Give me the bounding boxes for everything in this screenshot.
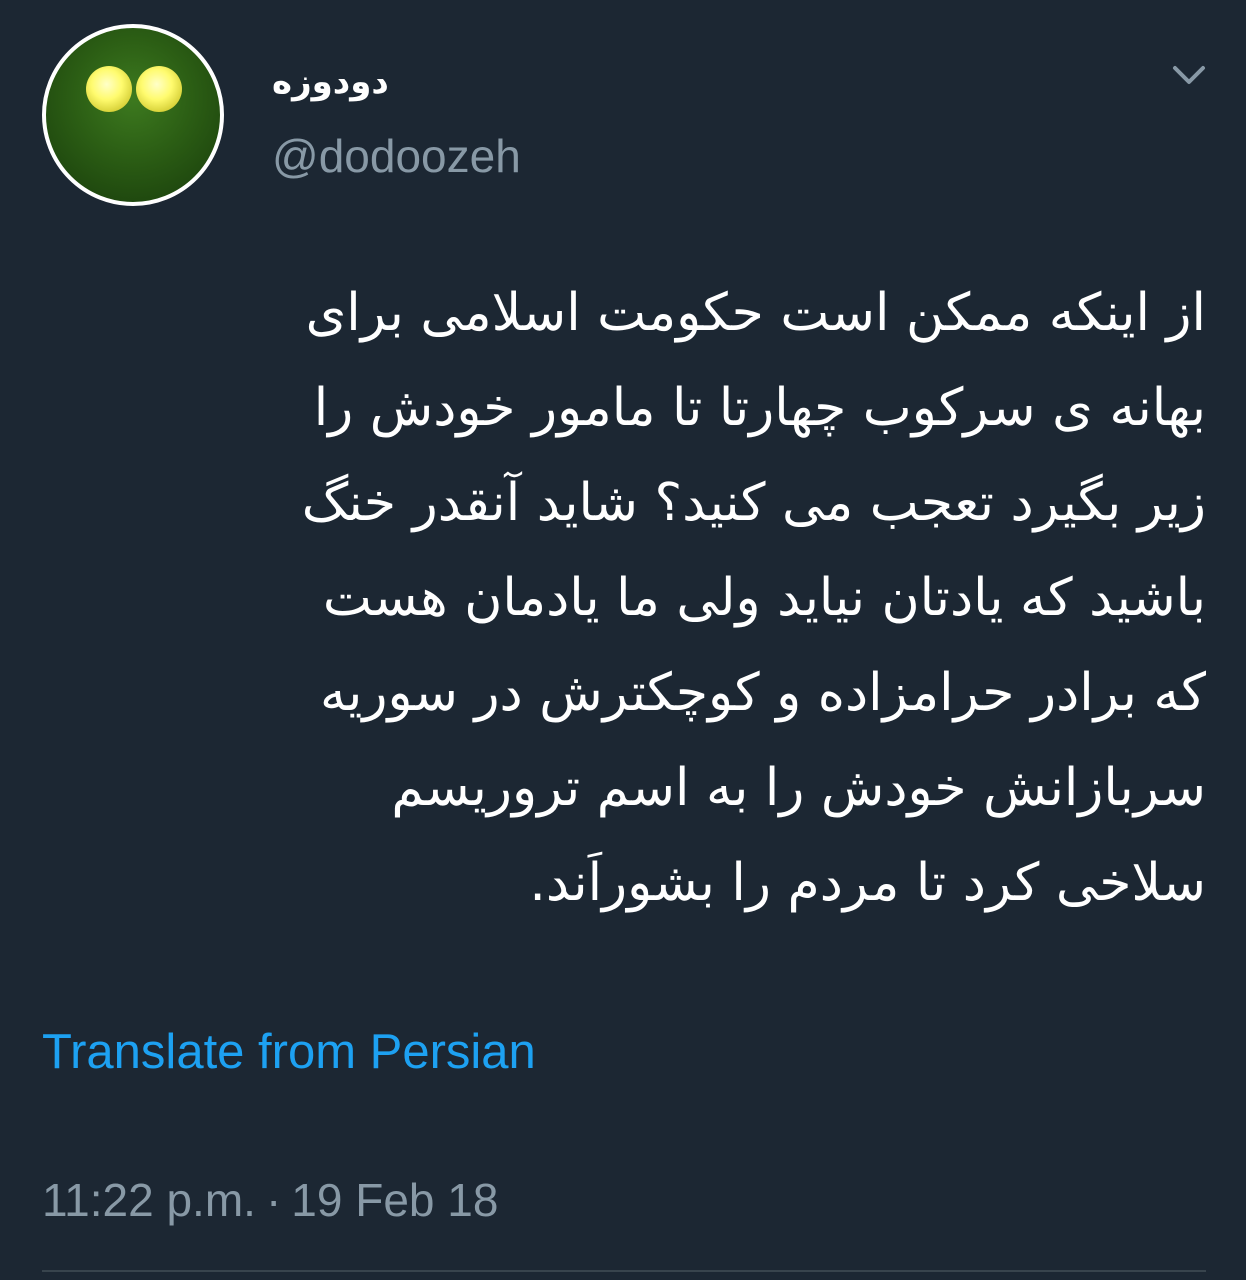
more-options-button[interactable] xyxy=(1164,50,1214,100)
translate-link[interactable]: Translate from Persian xyxy=(42,1022,536,1082)
green-face-icon xyxy=(86,66,182,112)
separator-dot: · xyxy=(265,1174,282,1226)
tweet-date: 19 Feb 18 xyxy=(291,1174,499,1226)
tweet-time: 11:22 p.m. xyxy=(42,1174,256,1226)
tweet-text: از اینکه ممکن است حکومت اسلامی برای بهان… xyxy=(301,283,1206,913)
chevron-down-icon xyxy=(1173,66,1205,84)
display-name[interactable]: دودوزه xyxy=(272,52,412,112)
tweet-card: دودوزه @dodoozeh از اینکه ممکن است حکومت… xyxy=(0,0,1246,1280)
avatar[interactable] xyxy=(42,24,224,206)
user-handle[interactable]: @dodoozeh xyxy=(272,128,521,184)
divider xyxy=(42,1270,1206,1272)
tweet-timestamp: 11:22 p.m. · 19 Feb 18 xyxy=(42,1170,498,1230)
